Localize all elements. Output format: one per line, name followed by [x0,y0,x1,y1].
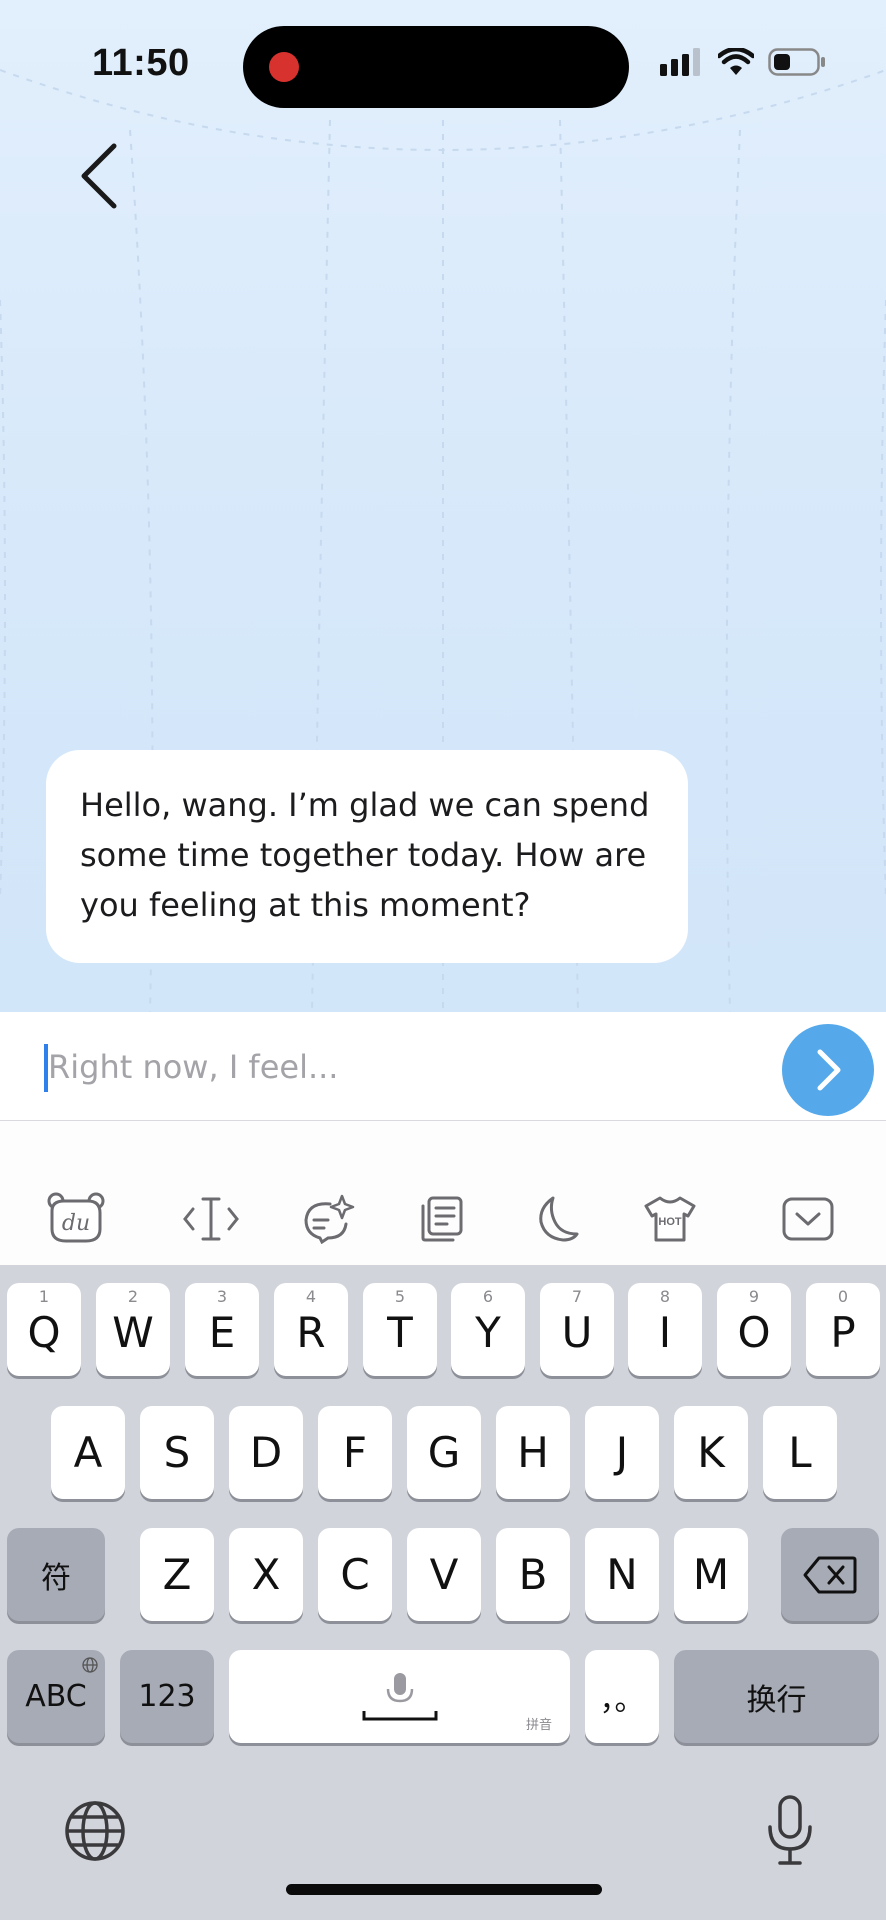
key-i[interactable]: 8I [628,1283,702,1376]
key-d[interactable]: D [229,1406,303,1499]
keyboard: 1Q 2W 3E 4R 5T 6Y 7U 8I 9O 0P A S D F G … [0,1265,886,1920]
abc-key[interactable]: ABC [7,1650,105,1743]
moon-icon[interactable] [526,1189,586,1249]
status-time: 11:50 [92,42,190,84]
backspace-icon [803,1556,857,1593]
message-input-bar [0,1012,886,1121]
space-hint: 拼音 [525,1718,552,1733]
chevron-right-icon [817,1049,841,1091]
wifi-icon [718,48,754,75]
assistant-message-bubble: Hello, wang. I’m glad we can spend some … [46,750,688,963]
key-n[interactable]: N [585,1528,659,1621]
home-indicator [286,1884,602,1895]
ai-chat-icon[interactable] [298,1189,358,1249]
key-c[interactable]: C [318,1528,392,1621]
back-button[interactable] [70,140,130,212]
key-l[interactable]: L [763,1406,837,1499]
svg-text:du: du [62,1211,90,1236]
key-w[interactable]: 2W [96,1283,170,1376]
globe-small-icon [82,1657,98,1673]
svg-text:HOT: HOT [658,1216,682,1228]
symbol-key[interactable]: 符 [7,1528,105,1621]
key-s[interactable]: S [140,1406,214,1499]
recording-indicator-icon [269,52,299,82]
message-input[interactable] [44,1042,748,1092]
key-p[interactable]: 0P [806,1283,880,1376]
key-r[interactable]: 4R [274,1283,348,1376]
key-b[interactable]: B [496,1528,570,1621]
key-g[interactable]: G [407,1406,481,1499]
backspace-key[interactable] [781,1528,879,1621]
text-cursor-icon[interactable] [181,1189,241,1249]
send-button[interactable] [782,1024,874,1116]
key-o[interactable]: 9O [717,1283,791,1376]
chevron-left-icon [81,143,117,209]
dismiss-keyboard-icon[interactable] [778,1189,838,1249]
return-key[interactable]: 换行 [674,1650,879,1743]
key-a[interactable]: A [51,1406,125,1499]
key-e[interactable]: 3E [185,1283,259,1376]
globe-icon[interactable] [64,1800,126,1862]
punctuation-key[interactable]: ，。 [585,1650,659,1743]
key-k[interactable]: K [674,1406,748,1499]
key-j[interactable]: J [585,1406,659,1499]
microphone-icon[interactable] [764,1795,816,1867]
dynamic-island [243,26,629,108]
key-v[interactable]: V [407,1528,481,1621]
key-u[interactable]: 7U [540,1283,614,1376]
signal-icon [660,48,700,76]
key-z[interactable]: Z [140,1528,214,1621]
key-h[interactable]: H [496,1406,570,1499]
key-q[interactable]: 1Q [7,1283,81,1376]
clipboard-icon[interactable] [412,1189,472,1249]
status-icons [660,48,826,76]
numbers-key[interactable]: 123 [120,1650,214,1743]
key-f[interactable]: F [318,1406,392,1499]
keyboard-toolbar: du HOT [0,1121,886,1265]
key-y[interactable]: 6Y [451,1283,525,1376]
hot-shirt-icon[interactable]: HOT [640,1189,700,1249]
du-logo-icon[interactable]: du [46,1189,106,1249]
battery-icon [768,48,825,76]
key-m[interactable]: M [674,1528,748,1621]
assistant-message-text: Hello, wang. I’m glad we can spend some … [80,786,650,924]
mic-small-icon [362,1672,437,1720]
key-t[interactable]: 5T [363,1283,437,1376]
space-key[interactable]: 拼音 [229,1650,570,1743]
text-caret [44,1044,48,1092]
key-x[interactable]: X [229,1528,303,1621]
